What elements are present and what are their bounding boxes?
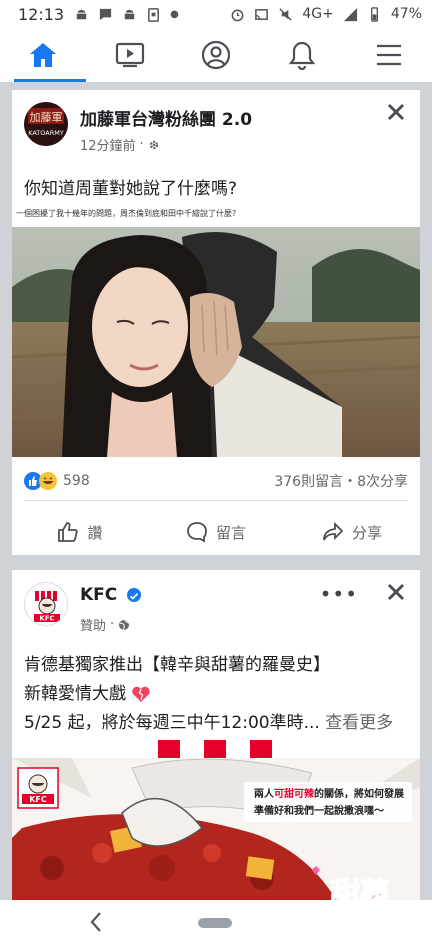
kfc-small-logo: KFC xyxy=(17,767,59,809)
post-header: KFC KFC 贊助 · ••• xyxy=(12,570,420,640)
comment-button[interactable]: 留言 xyxy=(148,510,284,554)
close-post-icon[interactable] xyxy=(386,102,406,122)
nav-tab-profile[interactable] xyxy=(173,28,259,82)
share-icon xyxy=(323,521,344,541)
divider xyxy=(24,500,408,501)
ad-image[interactable]: KFC 兩人可甜可辣的關係，將如何發展 準備好和我們一起說撒浪嘿～ 甜薯 xyxy=(12,758,420,910)
post-photo[interactable] xyxy=(12,227,420,457)
svg-text:加藤軍: 加藤軍 xyxy=(30,111,63,124)
close-post-icon[interactable] xyxy=(386,582,406,602)
post-meta: 12分鐘前 · xyxy=(80,135,160,154)
status-system-icons: 4G+ 47% xyxy=(230,6,422,22)
nav-tab-home[interactable] xyxy=(0,28,87,82)
back-chevron-icon[interactable] xyxy=(88,910,104,934)
android-icon xyxy=(76,9,87,19)
top-nav-bar xyxy=(0,28,432,82)
signal-icon xyxy=(343,7,357,21)
dot-icon: ● xyxy=(170,8,179,20)
page-avatar-image: 加藤軍 KATOARMY xyxy=(24,102,68,146)
system-navigation-bar xyxy=(0,900,432,950)
meta-separator: · xyxy=(139,137,144,152)
home-icon xyxy=(30,43,57,67)
screen: 12:13 ● 4G+ 47% 加藤軍 KATOARMY 加藤軍台灣粉絲團 2.… xyxy=(0,0,432,950)
alarm-icon xyxy=(231,9,244,21)
nav-tab-watch[interactable] xyxy=(86,28,172,82)
globe-icon xyxy=(119,619,130,630)
image-caption: 一個困擾了我十幾年的問題，周杰倫到底和田中千繪說了什麼? xyxy=(16,209,237,218)
nav-tab-menu[interactable] xyxy=(346,28,432,82)
bell-icon xyxy=(289,41,316,70)
home-gesture-pill[interactable] xyxy=(198,918,232,928)
share-button[interactable]: 分享 xyxy=(284,510,420,554)
see-more-link[interactable]: 查看更多 xyxy=(325,713,393,733)
thumbs-up-icon xyxy=(58,522,79,542)
heart-icon xyxy=(132,686,151,702)
page-name-link[interactable]: KFC xyxy=(80,585,142,605)
post-text-line-content: 新韓愛情大戲 xyxy=(24,684,126,704)
profile-icon xyxy=(201,40,231,70)
nav-tab-notifications[interactable] xyxy=(259,28,345,82)
svg-text:KATOARMY: KATOARMY xyxy=(28,129,64,137)
battery-percent: 47% xyxy=(390,6,422,22)
reaction-count[interactable]: 598 xyxy=(63,473,90,489)
sponsored-post: KFC KFC 贊助 · ••• 肯德基獨家推出【韓辛與甜薯的羅曼史】 新韓愛情… xyxy=(12,570,420,910)
post-text-line-content: 5/25 起，將於每週三中午12:00準時... xyxy=(24,713,320,733)
gear-icon xyxy=(149,140,158,149)
clipboard-icon xyxy=(148,7,160,22)
status-notification-icons: ● xyxy=(74,7,179,22)
post-text: 你知道周董對她說了什麼嗎? xyxy=(24,179,238,199)
status-bar: 12:13 ● 4G+ 47% xyxy=(0,0,432,28)
battery-icon xyxy=(370,6,378,22)
mute-icon xyxy=(279,7,292,21)
more-options-icon[interactable]: ••• xyxy=(320,582,358,606)
android-icon xyxy=(124,9,135,19)
verified-badge-icon xyxy=(127,588,142,602)
meta-separator: · xyxy=(110,617,115,632)
post-text-line: 肯德基獨家推出【韓辛與甜薯的羅曼史】 xyxy=(24,655,330,675)
kfc-logo-image: KFC xyxy=(34,591,60,623)
post-timestamp[interactable]: 12分鐘前 xyxy=(80,135,136,154)
video-icon xyxy=(115,42,144,68)
kfc-logo[interactable]: KFC xyxy=(24,582,68,626)
comment-label: 留言 xyxy=(215,523,246,542)
comment-icon xyxy=(187,522,207,543)
like-label: 讚 xyxy=(87,523,103,542)
page-name-text: KFC xyxy=(80,585,118,605)
post-meta: 贊助 · xyxy=(80,615,130,634)
svg-text:準備好和我們一起說撒浪嘿～: 準備好和我們一起說撒浪嘿～ xyxy=(254,804,384,817)
post-photo-image xyxy=(12,227,420,457)
sponsored-label[interactable]: 贊助 xyxy=(80,615,106,634)
like-button[interactable]: 讚 xyxy=(12,510,148,554)
svg-text:KFC: KFC xyxy=(39,615,54,623)
share-label: 分享 xyxy=(351,523,382,542)
post-header: 加藤軍 KATOARMY 加藤軍台灣粉絲團 2.0 12分鐘前 · xyxy=(12,90,420,160)
post-actions: 讚 留言 分享 xyxy=(12,510,420,554)
haha-reaction-icon xyxy=(39,472,57,490)
post-text-line: 新韓愛情大戲 xyxy=(24,679,151,704)
feed-post: 加藤軍 KATOARMY 加藤軍台灣粉絲團 2.0 12分鐘前 · 你知道周董對… xyxy=(12,90,420,555)
hamburger-menu-icon xyxy=(376,44,401,66)
network-type: 4G+ xyxy=(302,6,334,22)
ad-image-art: KFC 兩人可甜可辣的關係，將如何發展 準備好和我們一起說撒浪嘿～ 甜薯 xyxy=(12,758,420,910)
page-name-link[interactable]: 加藤軍台灣粉絲團 2.0 xyxy=(80,105,252,130)
status-time: 12:13 xyxy=(18,4,65,24)
post-stats: 598 376則留言・8次分享 xyxy=(24,466,408,496)
message-icon xyxy=(99,8,112,20)
post-text-line: 5/25 起，將於每週三中午12:00準時... 查看更多 xyxy=(24,708,393,733)
comments-shares-count[interactable]: 376則留言・8次分享 xyxy=(274,471,408,491)
svg-text:兩人可甜可辣的關係，將如何發展: 兩人可甜可辣的關係，將如何發展 xyxy=(254,787,404,800)
nav-separator xyxy=(0,82,432,90)
page-avatar[interactable]: 加藤軍 KATOARMY xyxy=(24,102,68,146)
cast-icon xyxy=(255,8,269,20)
svg-text:KFC: KFC xyxy=(29,795,47,804)
